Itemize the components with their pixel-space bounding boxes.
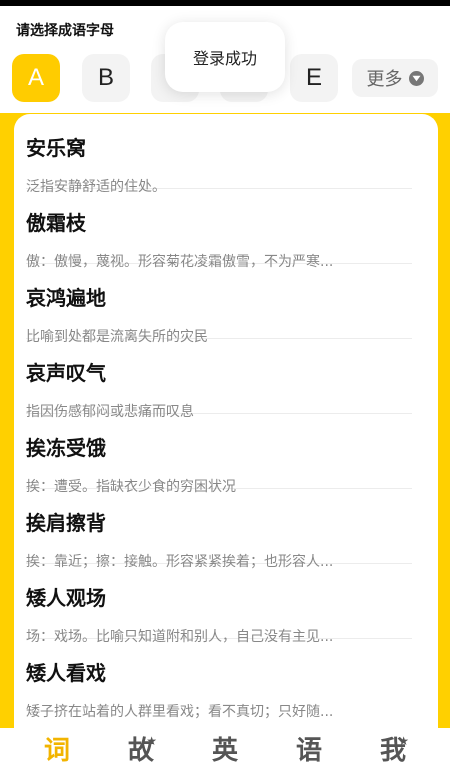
list-item[interactable]: 傲霜枝 傲：傲慢，蔑视。形容菊花凌霜傲雪，不为严寒... xyxy=(26,189,412,270)
tab-ying[interactable]: 英 xyxy=(195,732,255,766)
toast-message: 登录成功 xyxy=(165,22,285,92)
tab-gu[interactable]: 故 ★ xyxy=(111,732,171,766)
list-item[interactable]: 矮人观场 场：戏场。比喻只知道附和别人，自己没有主见... xyxy=(26,564,412,645)
bottom-tab-bar: 词 故 ★ 英 语 我 ★ xyxy=(0,728,450,767)
more-label: 更多 xyxy=(366,69,403,90)
tab-label: 英 xyxy=(211,735,238,766)
idiom-title: 挨冻受饿 xyxy=(26,436,106,460)
tab-ci[interactable]: 词 xyxy=(27,732,87,766)
page-title: 请选择成语字母 xyxy=(16,23,114,39)
tab-label: 语 xyxy=(295,735,322,766)
tab-wo[interactable]: 我 ★ xyxy=(363,732,423,766)
idiom-title: 矮人观场 xyxy=(26,586,106,610)
letter-button-b[interactable]: B xyxy=(82,54,130,102)
idiom-title: 安乐窝 xyxy=(26,136,86,160)
letter-button-a[interactable]: A xyxy=(12,54,60,102)
status-bar xyxy=(0,0,450,6)
idiom-list: 安乐窝 泛指安静舒适的住处。 傲霜枝 傲：傲慢，蔑视。形容菊花凌霜傲雪，不为严寒… xyxy=(14,114,438,728)
list-item[interactable]: 哀声叹气 指因伤感郁闷或悲痛而叹息 xyxy=(26,339,412,420)
idiom-desc: 矮子挤在站着的人群里看戏；看不真切；只好随... xyxy=(26,704,334,720)
list-item[interactable]: 矮人看戏 矮子挤在站着的人群里看戏；看不真切；只好随... xyxy=(26,639,412,720)
list-item[interactable]: 安乐窝 泛指安静舒适的住处。 xyxy=(26,114,412,195)
idiom-title: 哀声叹气 xyxy=(26,361,106,385)
more-button[interactable]: 更多 xyxy=(352,59,438,97)
list-item[interactable]: 哀鸿遍地 比喻到处都是流离失所的灾民 xyxy=(26,264,412,345)
tab-label: 词 xyxy=(43,735,70,766)
idiom-title: 哀鸿遍地 xyxy=(26,286,106,310)
idiom-title: 傲霜枝 xyxy=(26,211,86,235)
star-icon: ★ xyxy=(398,734,409,748)
idiom-title: 矮人看戏 xyxy=(26,661,106,685)
letter-button-e[interactable]: E xyxy=(290,54,338,102)
list-item[interactable]: 挨肩擦背 挨：靠近；擦：接触。形容紧紧挨着；也形容人... xyxy=(26,489,412,570)
list-item[interactable]: 挨冻受饿 挨：遭受。指缺衣少食的穷困状况 xyxy=(26,414,412,495)
tab-yu[interactable]: 语 xyxy=(279,732,339,766)
idiom-title: 挨肩擦背 xyxy=(26,511,106,535)
chevron-down-icon xyxy=(408,70,424,86)
star-icon: ★ xyxy=(146,734,157,748)
